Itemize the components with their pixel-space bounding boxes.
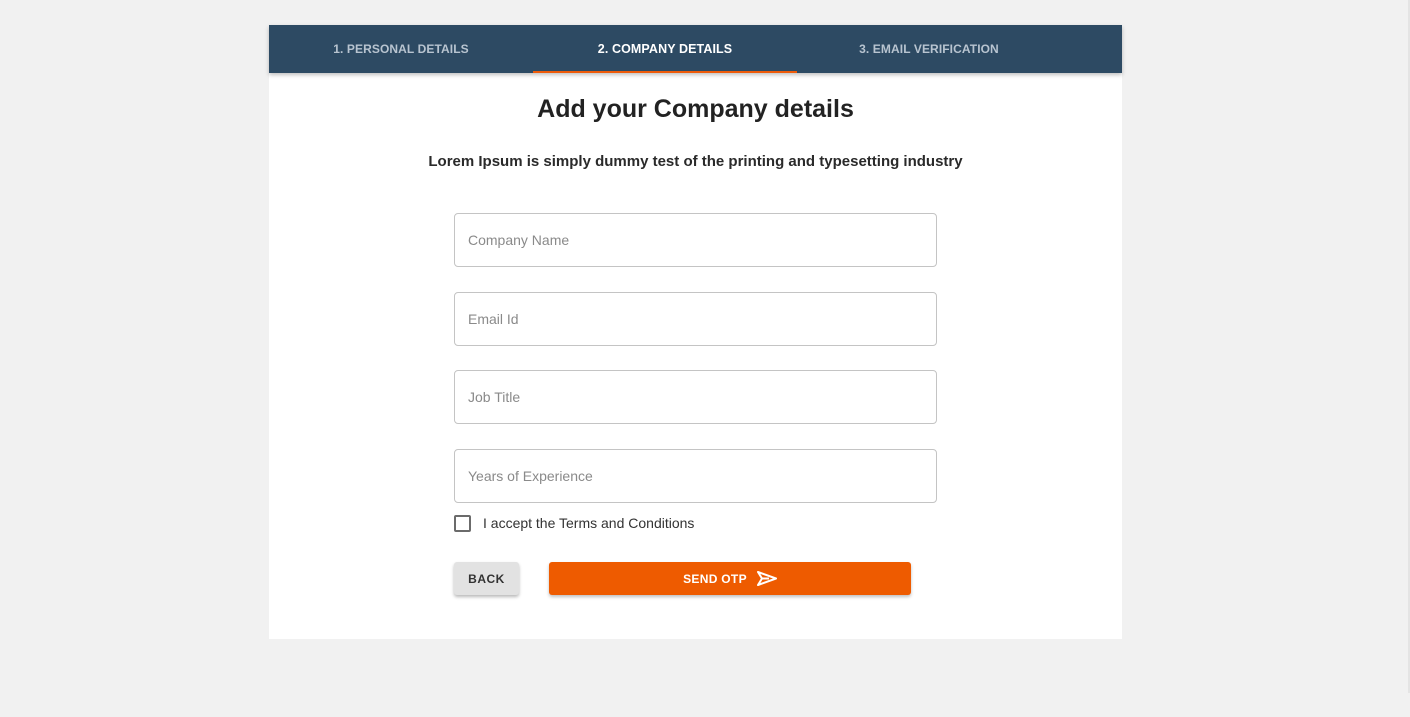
back-button[interactable]: BACK	[454, 562, 519, 595]
tab-personal-details[interactable]: 1. PERSONAL DETAILS	[269, 25, 533, 73]
years-of-experience-input[interactable]	[454, 449, 937, 503]
job-title-input[interactable]	[454, 370, 937, 424]
terms-label[interactable]: I accept the Terms and Conditions	[483, 515, 694, 531]
send-otp-button[interactable]: SEND OTP	[549, 562, 911, 595]
tab-email-verification[interactable]: 3. EMAIL VERIFICATION	[797, 25, 1061, 73]
terms-checkbox[interactable]	[454, 514, 471, 532]
terms-row: I accept the Terms and Conditions	[454, 513, 694, 533]
signup-card: 1. PERSONAL DETAILS 2. COMPANY DETAILS 3…	[269, 25, 1122, 639]
page-subtitle: Lorem Ipsum is simply dummy test of the …	[428, 153, 963, 170]
page-title: Add your Company details	[537, 95, 854, 123]
email-id-input[interactable]	[454, 292, 937, 346]
send-otp-label: SEND OTP	[683, 571, 747, 586]
tab-company-details[interactable]: 2. COMPANY DETAILS	[533, 25, 797, 73]
send-icon	[756, 571, 777, 586]
company-name-input[interactable]	[454, 213, 937, 267]
stepper-tabs: 1. PERSONAL DETAILS 2. COMPANY DETAILS 3…	[269, 25, 1122, 73]
